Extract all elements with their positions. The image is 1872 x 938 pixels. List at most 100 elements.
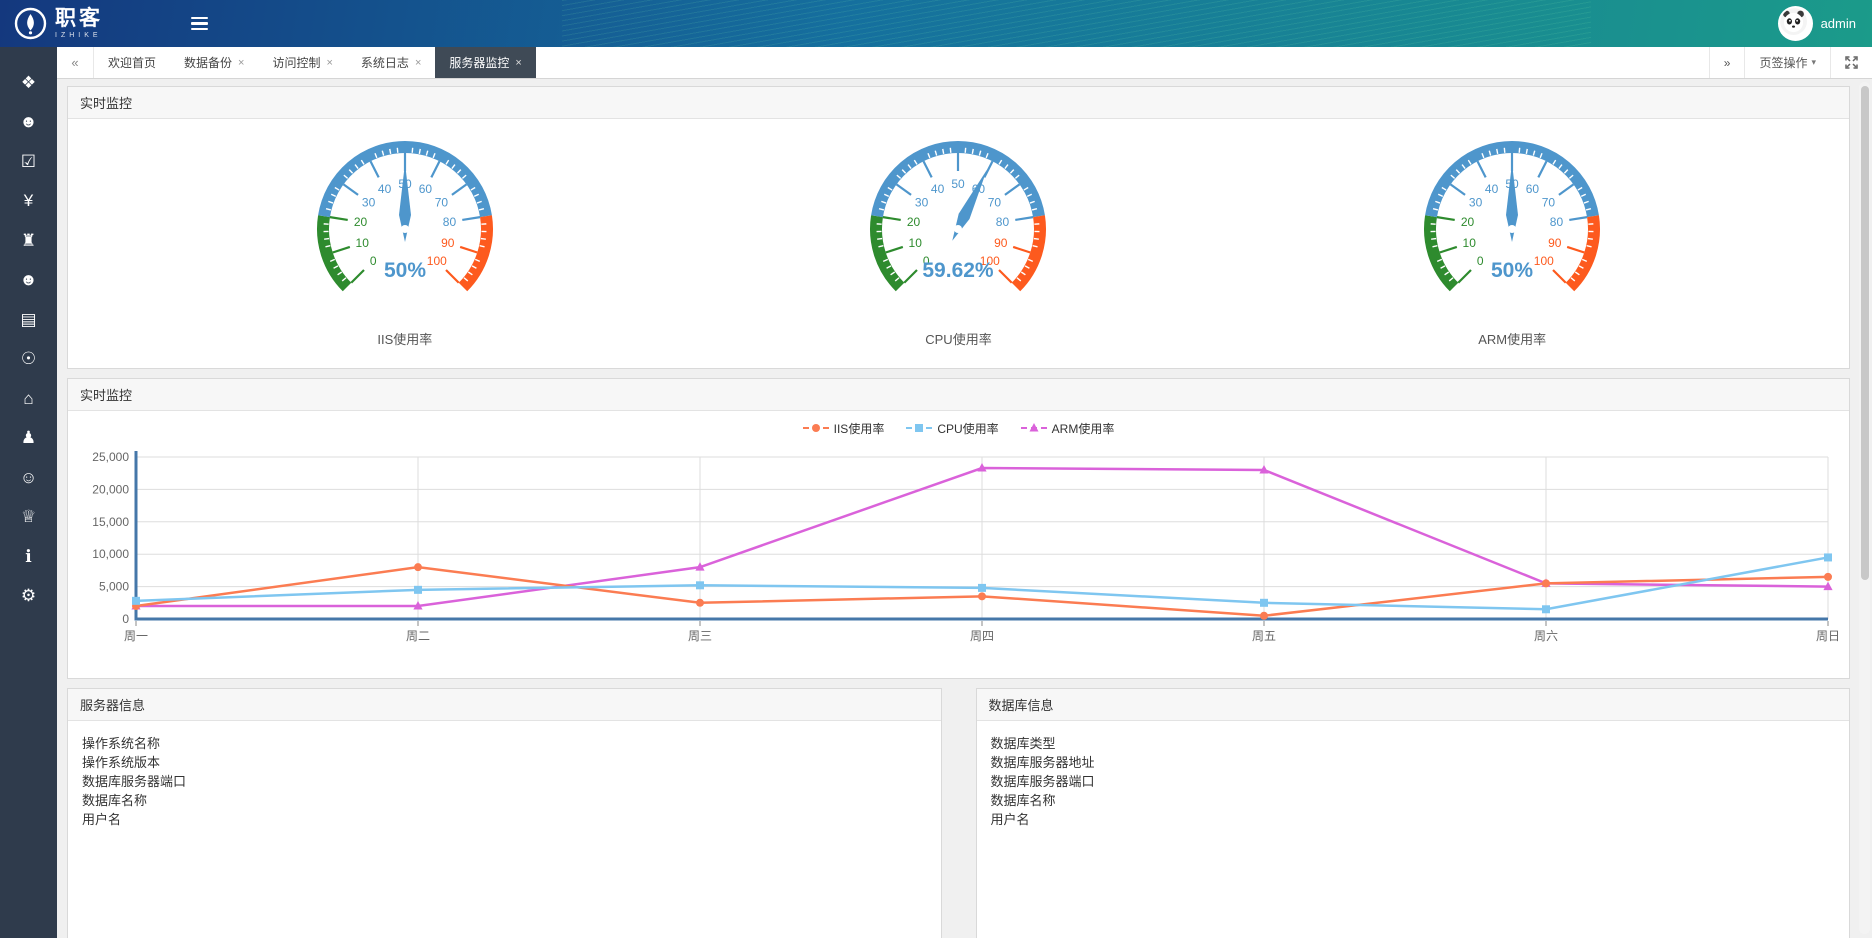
svg-text:30: 30 [362, 196, 376, 210]
user-menu[interactable]: admin [1778, 6, 1856, 41]
svg-text:100: 100 [1534, 254, 1554, 268]
svg-text:80: 80 [443, 215, 457, 229]
svg-text:50: 50 [952, 177, 966, 191]
sidebar: ❖☻☑¥♜☻▤☉⌂♟☺♕ℹ⚙ [0, 47, 57, 938]
tab-系统日志[interactable]: 系统日志× [347, 47, 435, 78]
vertical-scrollbar[interactable] [1859, 82, 1870, 934]
cubes-icon: ❖ [21, 73, 36, 93]
legend-item-IIS使用率[interactable]: IIS使用率 [803, 420, 885, 437]
gears-icon: ⚙ [21, 586, 36, 606]
top-header: 职客 IZHIKE admin [0, 0, 1872, 47]
logo-icon [14, 7, 47, 40]
svg-text:30: 30 [1469, 196, 1483, 210]
sidebar-item-members[interactable]: ☻ [0, 261, 57, 301]
street-view-icon: ☉ [21, 349, 36, 369]
close-icon[interactable]: × [415, 57, 421, 69]
svg-text:70: 70 [435, 196, 449, 210]
sidebar-item-settings[interactable]: ⚙ [0, 577, 57, 617]
chart-legend: IIS使用率 CPU使用率 ARM使用率 [78, 417, 1839, 439]
scrollbar-thumb[interactable] [1861, 86, 1869, 580]
sidebar-item-institution[interactable]: ♜ [0, 221, 57, 261]
sidebar-item-education[interactable]: ⌂ [0, 379, 57, 419]
tab-服务器监控[interactable]: 服务器监控 × [435, 47, 535, 78]
sidebar-item-profile[interactable]: ☺ [0, 458, 57, 498]
graduation-cap-icon: ⌂ [23, 389, 33, 409]
tab-label: 欢迎首页 [108, 54, 156, 71]
info-icon: ℹ [25, 547, 31, 567]
tab-list: 欢迎首页数据备份×访问控制×系统日志×服务器监控× [94, 47, 1709, 78]
panel-title: 服务器信息 [68, 689, 941, 721]
gauge-CPU使用率: 010203040506070809010059.62%CPU使用率 [843, 135, 1073, 348]
hamburger-icon [191, 17, 208, 20]
svg-text:40: 40 [931, 182, 945, 196]
check-square-icon: ☑ [21, 152, 36, 172]
svg-text:70: 70 [988, 196, 1002, 210]
panel-realtime-gauges: 实时监控 010203040506070809010050%IIS使用率0102… [67, 86, 1850, 369]
svg-text:周日: 周日 [1816, 629, 1840, 643]
sidebar-item-personnel[interactable]: ☉ [0, 340, 57, 380]
legend-marker-icon [1021, 423, 1047, 433]
menu-toggle-button[interactable] [185, 11, 214, 37]
bank-icon: ♜ [21, 231, 36, 251]
tab-数据备份[interactable]: 数据备份 × [170, 47, 258, 78]
sidebar-item-talent[interactable]: ♟ [0, 419, 57, 459]
tab-label: 服务器监控 [449, 54, 509, 71]
svg-text:0: 0 [370, 254, 377, 268]
info-item: 数据库名称 [991, 791, 1836, 810]
gauge-value: 50% [1491, 259, 1533, 282]
info-item: 数据库服务器端口 [991, 772, 1836, 791]
legend-marker-icon [906, 423, 932, 433]
fullscreen-button[interactable] [1830, 47, 1872, 78]
info-item: 数据库服务器端口 [82, 772, 927, 791]
panel-server-info: 服务器信息 操作系统名称操作系统版本数据库服务器端口数据库名称用户名 [67, 688, 942, 938]
legend-item-ARM使用率[interactable]: ARM使用率 [1021, 420, 1115, 437]
svg-text:60: 60 [1526, 182, 1540, 196]
svg-text:周六: 周六 [1534, 629, 1558, 643]
sidebar-item-finance[interactable]: ¥ [0, 182, 57, 222]
svg-text:20: 20 [907, 215, 921, 229]
sidebar-item-user-group[interactable]: ☻ [0, 103, 57, 143]
tab-label: 数据备份 [184, 54, 232, 71]
svg-text:周一: 周一 [124, 629, 148, 643]
svg-text:60: 60 [419, 182, 433, 196]
info-item: 数据库服务器地址 [991, 753, 1836, 772]
tabs-scroll-right-button[interactable]: » [1709, 47, 1745, 78]
fullscreen-icon [1845, 56, 1858, 69]
child-icon: ♟ [21, 428, 36, 448]
sidebar-item-achievement[interactable]: ♕ [0, 498, 57, 538]
svg-text:10,000: 10,000 [92, 547, 129, 561]
svg-text:0: 0 [122, 612, 129, 626]
app-logo[interactable]: 职客 IZHIKE [14, 7, 103, 40]
svg-text:40: 40 [1485, 182, 1499, 196]
info-item: 用户名 [82, 810, 927, 829]
legend-marker-icon [803, 423, 829, 433]
gauge-IIS使用率: 010203040506070809010050%IIS使用率 [290, 135, 520, 348]
panel-title: 数据库信息 [977, 689, 1850, 721]
svg-text:10: 10 [909, 236, 923, 250]
svg-text:25,000: 25,000 [92, 450, 129, 464]
svg-text:20,000: 20,000 [92, 482, 129, 496]
close-icon[interactable]: × [326, 57, 332, 69]
legend-label: CPU使用率 [937, 420, 998, 437]
gauge-chart: 010203040506070809010059.62% [843, 135, 1073, 307]
svg-text:90: 90 [1548, 236, 1562, 250]
sidebar-item-modules[interactable]: ❖ [0, 63, 57, 103]
tabs-scroll-left-button[interactable]: « [57, 47, 94, 78]
gauge-value: 50% [384, 259, 426, 282]
sidebar-item-approval[interactable]: ☑ [0, 142, 57, 182]
legend-item-CPU使用率[interactable]: CPU使用率 [906, 420, 998, 437]
sidebar-item-about[interactable]: ℹ [0, 537, 57, 577]
close-icon[interactable]: × [238, 57, 244, 69]
tab-欢迎首页[interactable]: 欢迎首页 [94, 47, 170, 78]
avatar [1778, 6, 1813, 41]
svg-text:80: 80 [996, 215, 1010, 229]
sidebar-item-business[interactable]: ▤ [0, 300, 57, 340]
tab-访问控制[interactable]: 访问控制× [258, 47, 346, 78]
close-icon[interactable]: × [515, 57, 521, 69]
info-item: 操作系统名称 [82, 734, 927, 753]
user-icon: ☺ [20, 468, 37, 488]
panel-title: 实时监控 [68, 87, 1849, 119]
gauge-title: IIS使用率 [377, 329, 432, 348]
svg-text:15,000: 15,000 [92, 515, 129, 529]
tab-operations-dropdown[interactable]: 页签操作 ▾ [1744, 47, 1830, 78]
